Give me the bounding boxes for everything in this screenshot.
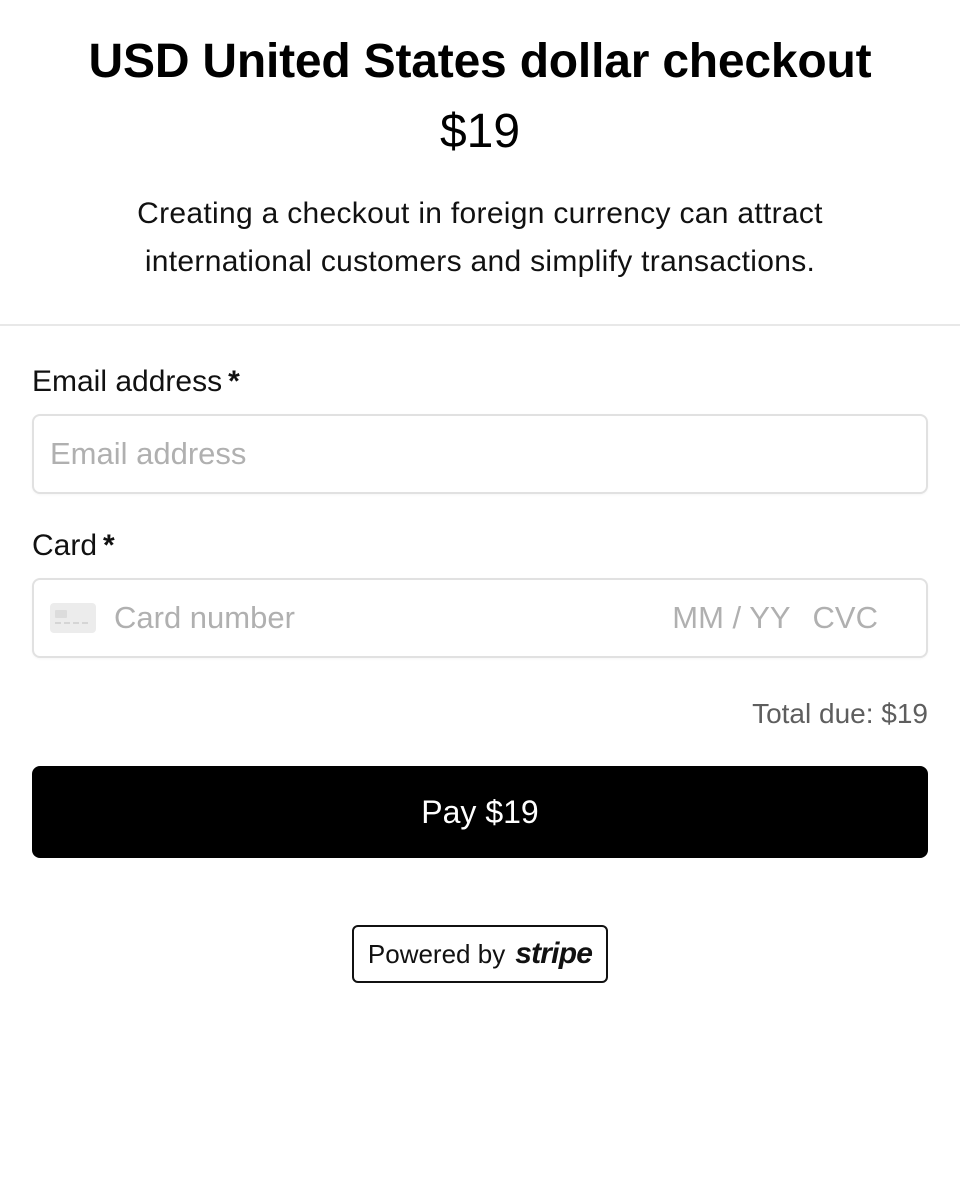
required-asterisk: *: [228, 365, 240, 398]
stripe-logo: stripe: [515, 937, 593, 970]
credit-card-icon: [50, 603, 96, 633]
email-input-box[interactable]: [32, 414, 928, 494]
card-number-dashes: [55, 622, 91, 624]
card-expiry-input[interactable]: MM / YY: [672, 600, 790, 636]
card-label: Card *: [32, 524, 928, 568]
card-chip-shape: [55, 610, 67, 618]
card-field-group: Card * Card number MM / YY CVC: [32, 524, 928, 658]
checkout-page: USD United States dollar checkout $19 Cr…: [0, 0, 960, 1200]
card-cvc-input[interactable]: CVC: [813, 600, 878, 636]
card-label-text: Card: [32, 529, 98, 562]
checkout-header: USD United States dollar checkout $19 Cr…: [0, 0, 960, 286]
header-divider: [0, 324, 960, 326]
powered-by-stripe-link[interactable]: Powered by stripe: [352, 925, 608, 983]
email-field-group: Email address *: [32, 360, 928, 494]
card-input-box[interactable]: Card number MM / YY CVC: [32, 578, 928, 658]
card-number-input[interactable]: Card number: [114, 600, 672, 636]
page-title: USD United States dollar checkout: [88, 35, 872, 88]
price-amount: $19: [439, 105, 521, 158]
email-label-text: Email address: [32, 365, 223, 398]
payment-form: Email address * Card * Card number MM / …: [32, 360, 928, 658]
powered-by-text: Powered by: [367, 938, 506, 969]
required-asterisk: *: [103, 529, 115, 562]
total-due: Total due: $19: [752, 698, 928, 729]
checkout-description: Creating a checkout in foreign currency …: [137, 197, 823, 278]
email-label: Email address *: [32, 360, 928, 404]
email-input[interactable]: [50, 436, 910, 472]
pay-button[interactable]: Pay $19: [32, 766, 928, 858]
